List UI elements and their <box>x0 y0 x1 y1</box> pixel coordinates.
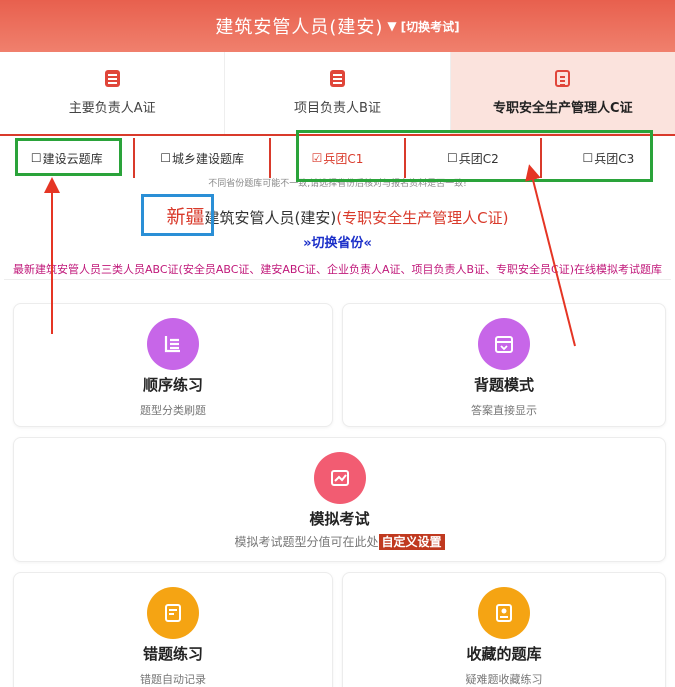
checkbox-checked-icon: ☑ <box>311 151 323 165</box>
switch-province-link[interactable]: »切换省份« <box>0 232 675 251</box>
tab-cert-b[interactable]: 项目负责人B证 <box>225 52 451 134</box>
card-recite[interactable]: 背题模式 答案直接显示 <box>342 303 666 427</box>
card-sequential[interactable]: 顺序练习 题型分类刷题 <box>13 303 333 427</box>
custom-settings-button[interactable]: 自定义设置 <box>378 534 445 550</box>
tab-label: 项目负责人B证 <box>294 101 381 116</box>
card-title: 顺序练习 <box>142 376 203 394</box>
tab-label: 主要负责人A证 <box>68 101 156 116</box>
checkbox-icon: ☐ <box>447 151 458 165</box>
tab-cert-a[interactable]: 主要负责人A证 <box>0 52 226 134</box>
bank-tab-c3[interactable]: ☐ 兵团C3 <box>541 138 675 178</box>
checkbox-icon: ☐ <box>582 151 594 165</box>
bank-tab-label: 兵团C2 <box>458 151 499 166</box>
marquee-text: 最新建筑安管人员三类人员ABC证(安全员ABC证、建安ABC证、企业负责人A证、… <box>4 262 671 280</box>
bank-tab-urban[interactable]: ☐ 城乡建设题库 <box>135 138 271 178</box>
card-subtitle: 疑难题收藏练习 <box>465 673 543 686</box>
cert-name: (专职安全生产管理人C证) <box>336 209 509 227</box>
card-title: 错题练习 <box>142 645 203 663</box>
bookmark-icon <box>478 587 530 639</box>
mock-sub-text: 模拟考试题型分值可在此处 <box>234 535 379 549</box>
card-favorite[interactable]: 收藏的题库 疑难题收藏练习 <box>342 572 666 687</box>
tab-cert-c[interactable]: 专职安全生产管理人C证 <box>450 52 675 134</box>
document-icon <box>555 70 571 87</box>
exam-title[interactable]: 建筑安管人员(建安) <box>215 13 383 39</box>
province-line: 新疆建筑安管人员(建安)(专职安全生产管理人C证) <box>0 202 675 229</box>
checkbox-icon: ☐ <box>160 151 171 165</box>
tab-label: 专职安全生产管理人C证 <box>493 101 633 116</box>
bank-tabs: ☐ 建设云题库 ☐ 城乡建设题库 ☑ 兵团C1 ☐ 兵团C2 ☐ 兵团C3 <box>0 138 675 178</box>
card-subtitle: 模拟考试题型分值可在此处 自定义设置 <box>14 533 665 550</box>
card-title: 背题模式 <box>473 376 534 394</box>
app-header: 建筑安管人员(建安) ▼ [切换考试] <box>0 0 675 52</box>
card-subtitle: 答案直接显示 <box>471 404 537 417</box>
checkbox-icon: ☐ <box>30 151 42 165</box>
bank-tab-label: 建设云题库 <box>42 151 103 166</box>
card-title: 收藏的题库 <box>466 645 542 663</box>
card-wrong[interactable]: 错题练习 错题自动记录 <box>13 572 333 687</box>
cert-tabs: 主要负责人A证 项目负责人B证 专职安全生产管理人C证 <box>0 52 675 136</box>
chart-icon <box>313 452 366 504</box>
bank-tab-label: 城乡建设题库 <box>171 151 244 166</box>
switch-exam-link[interactable]: [切换考试] <box>401 18 460 35</box>
card-title: 模拟考试 <box>309 510 370 528</box>
bank-tab-c1[interactable]: ☑ 兵团C1 <box>270 138 407 178</box>
chevron-down-icon[interactable]: ▼ <box>387 19 396 33</box>
card-subtitle: 题型分类刷题 <box>140 404 206 417</box>
exam-name: 建筑安管人员(建安) <box>204 209 337 227</box>
list-icon <box>147 318 199 370</box>
province-area: 新疆建筑安管人员(建安)(专职安全生产管理人C证) »切换省份« <box>0 192 675 260</box>
card-mock-exam[interactable]: 模拟考试 模拟考试题型分值可在此处 自定义设置 <box>13 437 666 562</box>
calendar-icon <box>478 318 530 370</box>
bank-tab-label: 兵团C1 <box>323 151 364 166</box>
bank-tab-c2[interactable]: ☐ 兵团C2 <box>406 138 542 178</box>
edit-icon <box>147 587 199 639</box>
bank-tab-label: 兵团C3 <box>594 151 635 166</box>
document-icon <box>104 70 120 87</box>
card-subtitle: 错题自动记录 <box>140 673 206 686</box>
document-icon <box>329 70 345 87</box>
province-name[interactable]: 新疆 <box>167 206 205 228</box>
bank-tab-cloud[interactable]: ☐ 建设云题库 <box>0 138 136 178</box>
province-notice: 不同省份题库可能不一致,请选择省份后核对与报名资料是否一致! <box>208 179 467 189</box>
